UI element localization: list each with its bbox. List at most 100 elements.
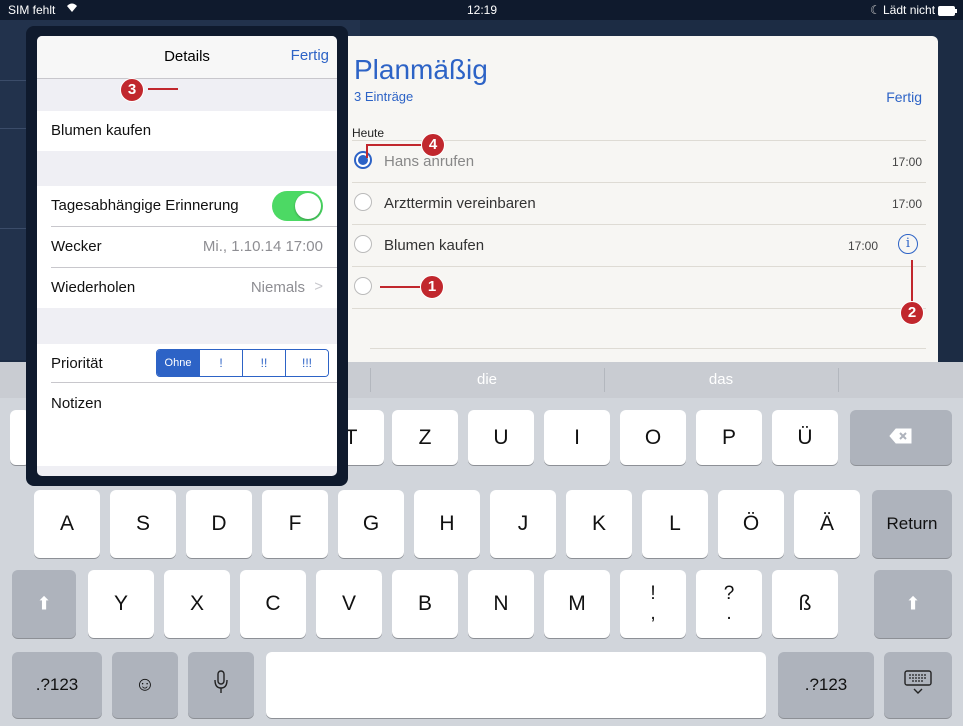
time-reminder-toggle[interactable] [272, 191, 323, 221]
wifi-icon [66, 2, 78, 16]
divider [370, 348, 926, 349]
shift-icon: ⬆ [905, 593, 921, 614]
space-key[interactable] [266, 652, 766, 718]
reminder-row[interactable]: Blumen kaufen 17:00 i [352, 224, 926, 266]
battery-icon [938, 5, 958, 19]
key-d[interactable]: D [186, 490, 252, 558]
priority-option-none[interactable]: Ohne [157, 350, 199, 376]
popover-done-button[interactable]: Fertig [291, 47, 329, 64]
callout-line [380, 286, 420, 288]
key-f[interactable]: F [262, 490, 328, 558]
alarm-row[interactable]: Wecker Mi., 1.10.14 17:00 [37, 226, 337, 267]
key-p[interactable]: P [696, 410, 762, 465]
priority-option-low[interactable]: ! [199, 350, 242, 376]
status-bar: SIM fehlt 12:19 ☾ Lädt nicht [0, 0, 963, 20]
key-y[interactable]: Y [88, 570, 154, 638]
emoji-icon: ☺ [134, 673, 156, 696]
microphone-icon [188, 670, 254, 700]
callout-line [366, 144, 368, 158]
key-ae[interactable]: Ä [794, 490, 860, 558]
key-exclaim-comma[interactable]: ! , [620, 570, 686, 638]
priority-option-high[interactable]: !!! [285, 350, 328, 376]
priority-label: Priorität [51, 355, 103, 372]
key-h[interactable]: H [414, 490, 480, 558]
callout-line [148, 88, 178, 90]
return-key[interactable]: Return [872, 490, 952, 558]
emoji-key[interactable]: ☺ [112, 652, 178, 718]
backspace-key[interactable] [850, 410, 952, 465]
callout-badge-2: 2 [900, 301, 924, 325]
key-a[interactable]: A [34, 490, 100, 558]
details-popover: Details Fertig Blumen kaufen Tagesabhäng… [37, 36, 337, 476]
key-m[interactable]: M [544, 570, 610, 638]
checkbox-circle[interactable] [354, 235, 372, 253]
key-l[interactable]: L [642, 490, 708, 558]
key-oe[interactable]: Ö [718, 490, 784, 558]
callout-badge-1: 1 [420, 275, 444, 299]
moon-icon: ☾ [870, 3, 881, 17]
list-done-button[interactable]: Fertig [886, 89, 922, 105]
key-sharp-s[interactable]: ß [772, 570, 838, 638]
time-reminder-row: Tagesabhängige Erinnerung [37, 186, 337, 226]
list-count: 3 Einträge [354, 89, 414, 104]
repeat-row[interactable]: Wiederholen Niemals > [37, 267, 337, 308]
key-b[interactable]: B [392, 570, 458, 638]
carrier-label: SIM fehlt [8, 3, 56, 17]
callout-line [367, 144, 423, 146]
key-n[interactable]: N [468, 570, 534, 638]
callout-line [911, 260, 913, 302]
notes-field[interactable]: Notizen [37, 382, 337, 466]
reminder-text[interactable]: Arzttermin vereinbaren [384, 195, 536, 212]
hide-keyboard-key[interactable] [884, 652, 952, 718]
key-c[interactable]: C [240, 570, 306, 638]
reminder-time: 17:00 [891, 197, 922, 211]
clock: 12:19 [467, 3, 498, 17]
key-k[interactable]: K [566, 490, 632, 558]
reminders-list: Planmäßig 3 Einträge Fertig Heute Hans a… [340, 36, 938, 366]
key-question-period[interactable]: ? . [696, 570, 762, 638]
checkbox-circle[interactable] [354, 193, 372, 211]
key-s[interactable]: S [110, 490, 176, 558]
numbers-key-left[interactable]: .?123 [12, 652, 102, 718]
reminder-time: 17:00 [847, 239, 878, 253]
shift-key-right[interactable]: ⬆ [874, 570, 952, 638]
key-i[interactable]: I [544, 410, 610, 465]
notes-label: Notizen [51, 395, 102, 412]
checkbox-circle[interactable] [354, 277, 372, 295]
suggestion-item[interactable]: die [370, 362, 604, 398]
reminder-text[interactable]: Blumen kaufen [384, 237, 484, 254]
key-u[interactable]: U [468, 410, 534, 465]
repeat-label: Wiederholen [51, 279, 136, 296]
key-j[interactable]: J [490, 490, 556, 558]
alarm-label: Wecker [51, 238, 102, 255]
suggestion-item[interactable]: das [604, 362, 838, 398]
reminder-time: 17:00 [891, 155, 922, 169]
priority-row: Priorität Ohne ! !! !!! [37, 344, 337, 382]
hide-keyboard-icon [884, 669, 952, 701]
key-g[interactable]: G [338, 490, 404, 558]
reminder-row[interactable]: Arzttermin vereinbaren 17:00 [352, 182, 926, 224]
title-field-value[interactable]: Blumen kaufen [51, 122, 151, 139]
list-title: Planmäßig [354, 54, 488, 85]
popover-arrow [336, 232, 347, 254]
alarm-value[interactable]: Mi., 1.10.14 17:00 [203, 238, 323, 255]
priority-option-medium[interactable]: !! [242, 350, 285, 376]
dictation-key[interactable] [188, 652, 254, 718]
popover-header: Details Fertig [37, 36, 337, 79]
key-x[interactable]: X [164, 570, 230, 638]
key-ue[interactable]: Ü [772, 410, 838, 465]
callout-badge-3: 3 [120, 78, 144, 102]
backspace-icon [850, 426, 952, 450]
title-field[interactable]: Blumen kaufen [37, 111, 337, 151]
battery-label: Lädt nicht [883, 3, 936, 17]
key-v[interactable]: V [316, 570, 382, 638]
shift-key-left[interactable]: ⬆ [12, 570, 76, 638]
info-icon[interactable]: i [898, 234, 918, 254]
numbers-key-right[interactable]: .?123 [778, 652, 874, 718]
key-o[interactable]: O [620, 410, 686, 465]
key-z[interactable]: Z [392, 410, 458, 465]
priority-segmented-control[interactable]: Ohne ! !! !!! [156, 349, 329, 377]
checkbox-circle-selected[interactable] [354, 151, 372, 169]
chevron-right-icon: > [314, 278, 323, 295]
repeat-value: Niemals [250, 279, 305, 296]
